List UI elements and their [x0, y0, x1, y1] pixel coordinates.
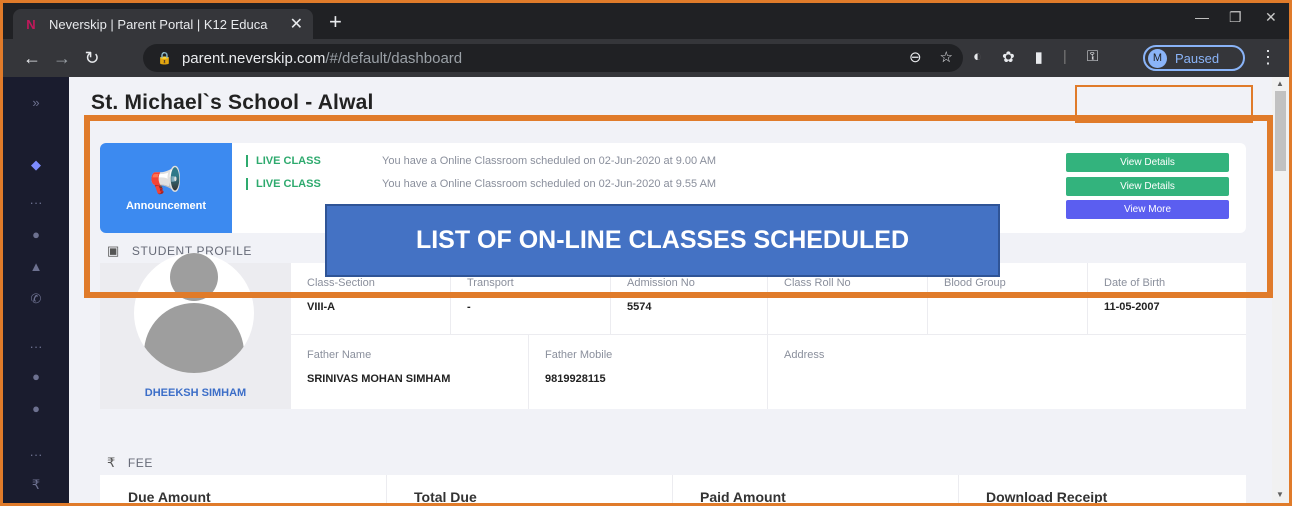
- fee-heading: ₹ FEE: [107, 455, 154, 470]
- sync-status: Paused: [1175, 50, 1220, 66]
- fee-column-header: Due Amount: [128, 489, 211, 503]
- browser-tab-strip: N Neverskip | Parent Portal | K12 Educa …: [3, 3, 1289, 39]
- bookmark-star-icon[interactable]: ☆: [940, 48, 953, 66]
- page-scrollbar[interactable]: ▲ ▼: [1272, 77, 1289, 503]
- new-tab-button[interactable]: +: [329, 11, 342, 33]
- sidebar-item-academics[interactable]: ▲: [3, 259, 69, 274]
- rupee-icon: ₹: [107, 455, 116, 470]
- neverskip-favicon-icon: N: [26, 16, 36, 32]
- back-arrow-icon[interactable]: ←: [17, 48, 47, 69]
- scroll-thumb[interactable]: [1275, 91, 1286, 171]
- sidebar-more-icon: ···: [29, 339, 43, 354]
- sidebar-item-user[interactable]: ●: [3, 369, 69, 384]
- zoom-icon[interactable]: ⊖: [909, 48, 922, 66]
- browser-toolbar: ← → ↻ 🔒 parent.neverskip.com /#/default/…: [3, 39, 1289, 77]
- profile-button[interactable]: M Paused: [1143, 45, 1245, 71]
- callout-label: LIST OF ON-LINE CLASSES SCHEDULED: [325, 204, 1000, 277]
- sidebar-item-dashboard[interactable]: ◆: [3, 157, 69, 173]
- sidebar-item-contact[interactable]: ✆: [3, 291, 69, 307]
- forward-arrow-icon[interactable]: →: [47, 48, 77, 69]
- sidebar-expand-icon[interactable]: »: [3, 95, 69, 110]
- profile-field: Address: [784, 349, 825, 361]
- sidebar-more-icon: ···: [29, 447, 43, 462]
- restore-icon[interactable]: ❐: [1229, 9, 1242, 26]
- url-host: parent.neverskip.com: [181, 49, 326, 67]
- key-icon[interactable]: ⚿: [1087, 48, 1098, 66]
- fee-column-header: Total Due: [414, 489, 477, 503]
- address-bar[interactable]: 🔒 parent.neverskip.com /#/default/dashbo…: [143, 44, 963, 72]
- download-receipt-link[interactable]: Download Receipt: [986, 489, 1107, 503]
- url-path: /#/default/dashboard: [325, 49, 463, 67]
- browser-tab[interactable]: N Neverskip | Parent Portal | K12 Educa …: [13, 9, 313, 39]
- profile-field: Father Name SRINIVAS MOHAN SIMHAM: [291, 335, 529, 409]
- reload-icon[interactable]: ↻: [77, 48, 107, 69]
- toolbar-divider: |: [1062, 48, 1067, 65]
- window-close-icon[interactable]: ✕: [1265, 9, 1277, 26]
- student-name: DHEEKSH SIMHAM: [144, 387, 247, 399]
- tab-close-icon[interactable]: ✕: [290, 14, 303, 34]
- extension-icon[interactable]: ◐: [973, 48, 982, 66]
- sidebar-item-student[interactable]: ●: [3, 227, 69, 242]
- fee-column-header: Paid Amount: [700, 489, 786, 503]
- lock-icon: 🔒: [157, 51, 172, 65]
- profile-field: Father Mobile 9819928115: [529, 335, 768, 409]
- sidebar-item-fee[interactable]: ₹: [3, 477, 69, 493]
- scroll-up-icon[interactable]: ▲: [1276, 79, 1284, 88]
- extension-icons: ◐ ✿ ▮ | ⚿: [973, 48, 1098, 66]
- sidebar: » ◆ ··· ● ▲ ✆ ··· ● ● ··· ₹: [3, 77, 69, 503]
- scroll-down-icon[interactable]: ▼: [1276, 490, 1284, 499]
- minimize-icon[interactable]: —: [1195, 9, 1209, 25]
- extension-icon[interactable]: ✿: [1002, 48, 1015, 66]
- tab-title: Neverskip | Parent Portal | K12 Educa: [49, 16, 268, 32]
- avatar: M: [1148, 48, 1167, 68]
- sidebar-more-icon: ···: [29, 195, 43, 210]
- chrome-menu-icon[interactable]: ⋮: [1259, 47, 1277, 68]
- fee-card: Due Amount Total Due Paid Amount Downloa…: [100, 475, 1246, 503]
- extension-icon[interactable]: ▮: [1035, 48, 1043, 66]
- page-title: St. Michael`s School - Alwal: [91, 91, 374, 114]
- sidebar-item-user2[interactable]: ●: [3, 401, 69, 416]
